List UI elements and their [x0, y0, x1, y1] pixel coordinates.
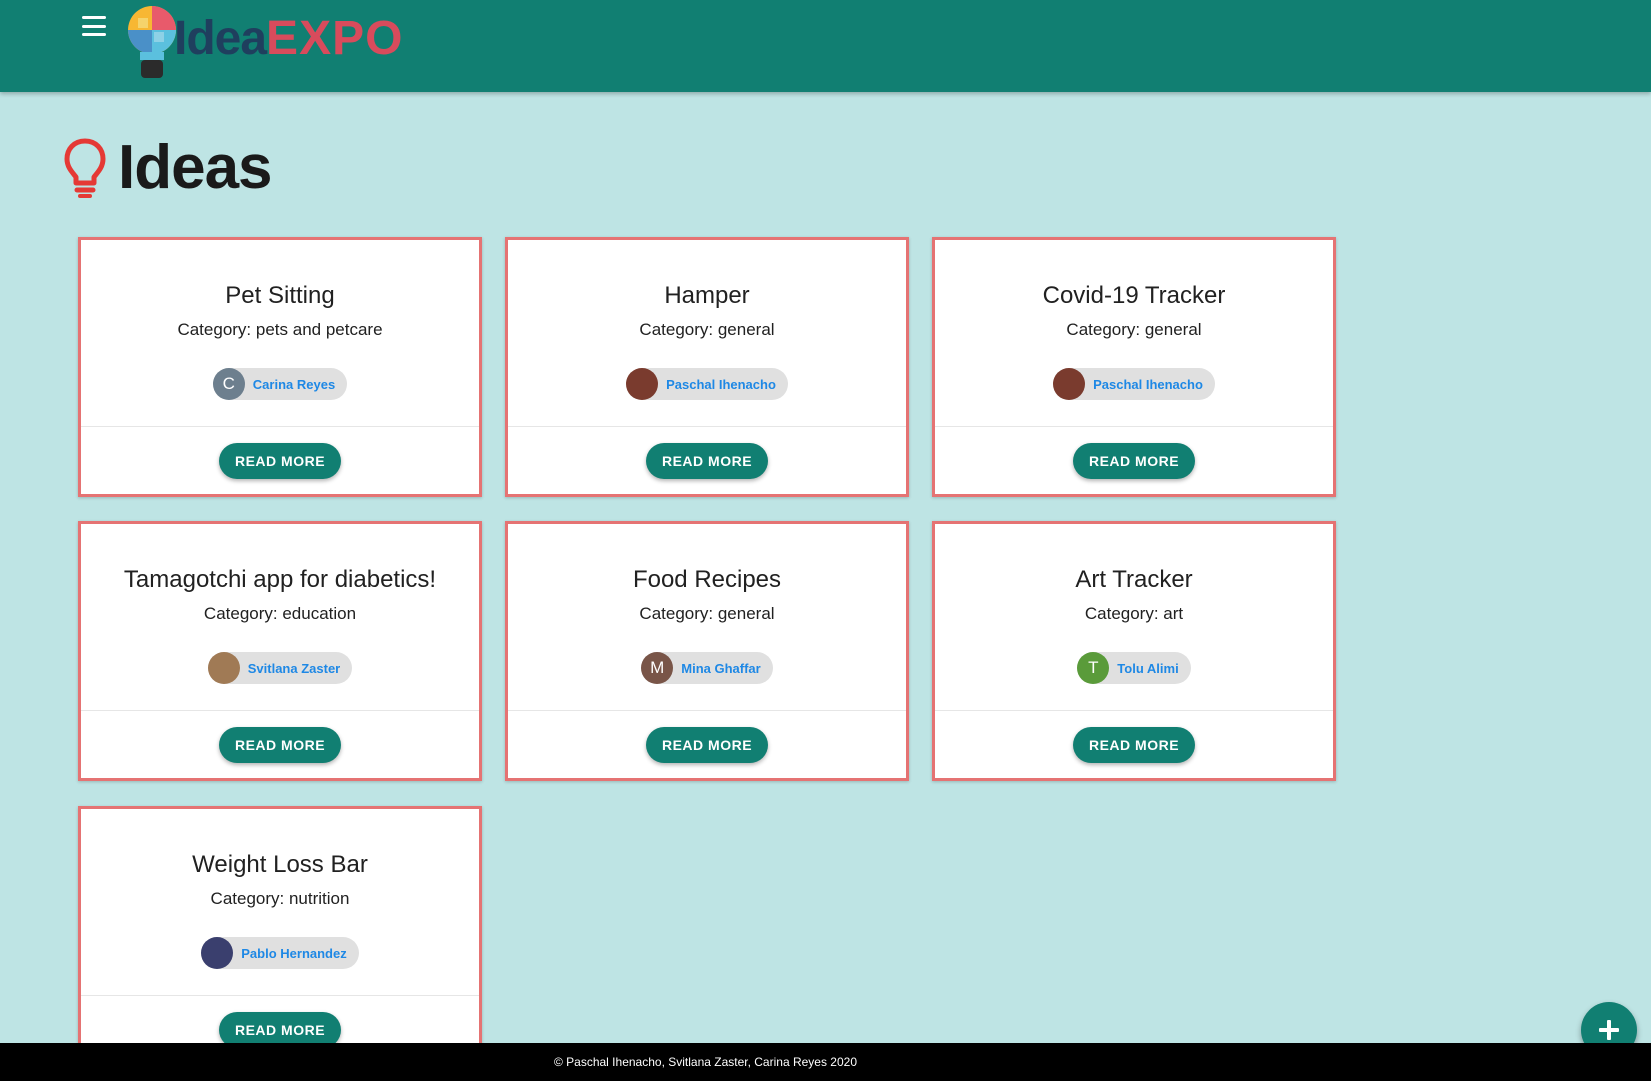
avatar	[626, 368, 659, 400]
logo-text-idea: Idea	[174, 12, 267, 65]
read-more-button[interactable]: READ MORE	[218, 443, 342, 479]
card-actions: READ MORE	[935, 427, 1333, 495]
card-body: Pet Sitting Category: pets and petcare C Ca…	[81, 240, 479, 426]
card-actions: READ MORE	[81, 711, 479, 779]
avatar: T	[1077, 652, 1110, 684]
idea-category: Category: nutrition	[210, 889, 350, 908]
page-title: Ideas	[118, 133, 273, 202]
idea-card: Hamper Category: general Paschal Ihenacho R…	[505, 237, 909, 497]
card-body: Covid-19 Tracker Category: general Paschal…	[935, 240, 1333, 426]
avatar-letter: T	[1088, 658, 1099, 677]
lightbulb-icon	[64, 138, 106, 198]
avatar-letter: M	[650, 658, 665, 677]
plus-icon	[1599, 1020, 1619, 1040]
logo-text-expo: EXPO	[266, 12, 404, 65]
idea-card: Food Recipes Category: general M Mina Ghaff…	[505, 521, 909, 781]
author-chip[interactable]: Paschal Ihenacho	[626, 368, 788, 400]
idea-category: Category: general	[639, 320, 775, 339]
idea-category: Category: pets and petcare	[177, 320, 383, 339]
author-chip[interactable]: Paschal Ihenacho	[1053, 368, 1215, 400]
footer-copyright: © Paschal Ihenacho, Svitlana Zaster, Car…	[553, 1055, 857, 1069]
author-chip[interactable]: T Tolu Alimi	[1077, 652, 1191, 684]
idea-title: Weight Loss Bar	[192, 851, 368, 878]
logo-bulb-icon	[128, 6, 176, 78]
card-body: Food Recipes Category: general M Mina Ghaff…	[508, 524, 906, 710]
idea-card: Weight Loss Bar Category: nutrition Pablo …	[78, 806, 482, 1066]
idea-category: Category: general	[1066, 320, 1202, 339]
idea-category: Category: education	[203, 604, 357, 623]
card-body: Art Tracker Category: art T Tolu Alimi	[935, 524, 1333, 710]
author-chip[interactable]: Pablo Hernandez	[201, 937, 359, 969]
avatar	[1053, 368, 1086, 400]
footer: © Paschal Ihenacho, Svitlana Zaster, Car…	[0, 1043, 1651, 1081]
read-more-button[interactable]: READ MORE	[218, 727, 342, 763]
read-more-button[interactable]: READ MORE	[645, 727, 769, 763]
author-name: Svitlana Zaster	[247, 660, 341, 676]
author-name: Carina Reyes	[252, 376, 336, 392]
app-bar: IdeaEXPO	[0, 0, 1651, 92]
idea-title: Pet Sitting	[225, 282, 335, 309]
avatar	[207, 652, 240, 684]
card-actions: READ MORE	[508, 711, 906, 779]
avatar: M	[641, 652, 674, 684]
card-body: Hamper Category: general Paschal Ihenacho	[508, 240, 906, 426]
author-chip[interactable]: M Mina Ghaffar	[641, 652, 773, 684]
page-heading: Ideas	[62, 132, 273, 203]
card-body: Tamagotchi app for diabetics! Category: e…	[81, 524, 479, 710]
idea-card: Tamagotchi app for diabetics! Category: e…	[78, 521, 482, 781]
read-more-button[interactable]: READ MORE	[1072, 443, 1196, 479]
avatar-letter: C	[222, 374, 235, 393]
idea-card: Art Tracker Category: art T Tolu Alimi READ …	[932, 521, 1336, 781]
idea-title: Hamper	[664, 282, 750, 309]
idea-title: Food Recipes	[632, 566, 782, 593]
author-name: Mina Ghaffar	[681, 660, 761, 676]
idea-title: Tamagotchi app for diabetics!	[123, 566, 437, 593]
idea-title: Covid-19 Tracker	[1042, 282, 1226, 309]
card-body: Weight Loss Bar Category: nutrition Pablo …	[81, 809, 479, 995]
card-actions: READ MORE	[81, 427, 479, 495]
author-name: Paschal Ihenacho	[1093, 376, 1203, 392]
idea-title: Art Tracker	[1075, 566, 1193, 593]
menu-icon[interactable]	[80, 14, 108, 38]
author-name: Paschal Ihenacho	[666, 376, 776, 392]
card-actions: READ MORE	[508, 427, 906, 495]
author-chip[interactable]: Svitlana Zaster	[207, 652, 353, 684]
card-actions: READ MORE	[935, 711, 1333, 779]
idea-category: Category: art	[1084, 604, 1184, 623]
author-name: Tolu Alimi	[1117, 660, 1179, 676]
read-more-button[interactable]: READ MORE	[1072, 727, 1196, 763]
idea-category: Category: general	[639, 604, 775, 623]
idea-card: Covid-19 Tracker Category: general Paschal…	[932, 237, 1336, 497]
avatar: C	[212, 368, 245, 400]
author-name: Pablo Hernandez	[241, 945, 347, 961]
avatar	[201, 937, 234, 969]
read-more-button[interactable]: READ MORE	[645, 443, 769, 479]
logo[interactable]: IdeaEXPO	[124, 2, 403, 86]
idea-card: Pet Sitting Category: pets and petcare C Ca…	[78, 237, 482, 497]
author-chip[interactable]: C Carina Reyes	[212, 368, 348, 400]
